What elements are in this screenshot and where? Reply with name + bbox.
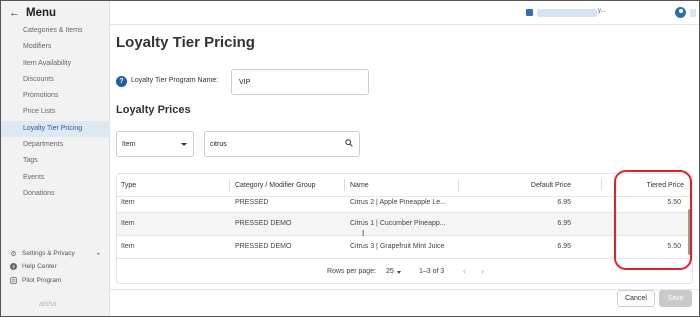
table-row[interactable]: Item PRESSED DEMO Citrus 1 | Cucumber Pi… bbox=[117, 213, 692, 236]
pagination-range: 1–3 of 3 bbox=[419, 268, 445, 275]
rows-per-page-label: Rows per page: bbox=[327, 268, 377, 275]
sidebar-item-item-availability[interactable]: Item Availability bbox=[1, 56, 110, 72]
store-icon[interactable] bbox=[526, 9, 533, 16]
table-row[interactable]: Item PRESSED DEMO Citrus 3 | Grapefruit … bbox=[117, 236, 692, 259]
pagination: Rows per page: 25 1–3 of 3 ‹ › bbox=[117, 262, 692, 282]
type-select[interactable]: Item bbox=[116, 131, 194, 157]
loyalty-prices-table: Type Category / Modifier Group Name Defa… bbox=[116, 173, 693, 284]
sidebar-item-price-lists[interactable]: Price Lists bbox=[1, 104, 110, 120]
sidebar-item-modifiers[interactable]: Modifiers bbox=[1, 39, 110, 55]
top-bar: y... bbox=[110, 1, 699, 25]
search-icon[interactable] bbox=[345, 139, 353, 147]
sidebar-item-categories-items[interactable]: Categories & Items bbox=[1, 23, 110, 39]
cell-type: Item bbox=[121, 199, 135, 206]
cell-category: PRESSED DEMO bbox=[235, 220, 292, 227]
list-icon bbox=[10, 277, 17, 284]
menu-title: Menu bbox=[26, 7, 57, 19]
settings-privacy-item[interactable]: ⚙ Settings & Privacy ▸ bbox=[1, 247, 110, 260]
help-icon: ? bbox=[10, 263, 17, 271]
sidebar-item-tags[interactable]: Tags bbox=[1, 153, 110, 169]
user-name-redacted[interactable] bbox=[690, 9, 696, 17]
chevron-left-icon[interactable]: ‹ bbox=[463, 266, 466, 276]
search-input[interactable] bbox=[204, 131, 360, 157]
pilot-program-label: Pilot Program bbox=[22, 276, 62, 284]
cell-name: Citrus 3 | Grapefruit Mint Juice bbox=[350, 243, 445, 250]
header-type[interactable]: Type bbox=[121, 182, 136, 189]
sidebar-item-loyalty-tier-pricing[interactable]: Loyalty Tier Pricing bbox=[1, 120, 110, 138]
column-divider[interactable] bbox=[344, 179, 345, 191]
cell-default-price: 6.95 bbox=[557, 220, 571, 227]
header-name[interactable]: Name bbox=[350, 182, 369, 189]
header-default-price[interactable]: Default Price bbox=[519, 182, 571, 189]
cell-category: PRESSED bbox=[235, 199, 269, 206]
footer-divider bbox=[110, 289, 699, 290]
column-divider[interactable] bbox=[458, 179, 459, 191]
sidebar-item-events[interactable]: Events bbox=[1, 170, 110, 186]
pilot-program-item[interactable]: Pilot Program bbox=[1, 274, 110, 287]
chevron-right-icon[interactable]: › bbox=[481, 266, 484, 276]
type-select-value: Item bbox=[122, 140, 136, 148]
location-suffix: y... bbox=[598, 8, 606, 14]
table-row[interactable]: Item PRESSED Citrus 2 | Apple Pineapple … bbox=[117, 197, 692, 213]
rows-per-page-select[interactable]: 25 bbox=[386, 268, 394, 275]
caret-right-icon: ▸ bbox=[97, 250, 100, 257]
location-selector[interactable] bbox=[537, 9, 597, 17]
sidebar-item-donations[interactable]: Donations bbox=[1, 186, 110, 202]
table-header: Type Category / Modifier Group Name Defa… bbox=[117, 174, 692, 197]
chevron-down-icon[interactable] bbox=[397, 271, 401, 274]
sidebar-item-departments[interactable]: Departments bbox=[1, 137, 110, 153]
column-divider[interactable] bbox=[229, 179, 230, 191]
cell-category: PRESSED DEMO bbox=[235, 243, 292, 250]
cell-default-price: 6.95 bbox=[557, 199, 571, 206]
cell-type: Item bbox=[121, 243, 135, 250]
cell-default-price: 6.95 bbox=[557, 243, 571, 250]
menu-header: ← Menu bbox=[9, 7, 56, 19]
tiered-price-highlight bbox=[614, 170, 692, 270]
sidebar: ← Menu Categories & Items Modifiers Item… bbox=[1, 1, 110, 316]
header-category[interactable]: Category / Modifier Group bbox=[235, 182, 316, 189]
help-center-label: Help Center bbox=[22, 263, 57, 271]
cancel-button[interactable]: Cancel bbox=[617, 290, 655, 307]
column-divider[interactable] bbox=[601, 179, 602, 191]
help-center-item[interactable]: ? Help Center bbox=[1, 260, 110, 273]
aloha-logo: aloha bbox=[39, 301, 57, 308]
sidebar-item-promotions[interactable]: Promotions bbox=[1, 88, 110, 104]
sidebar-item-discounts[interactable]: Discounts bbox=[1, 72, 110, 88]
page-title: Loyalty Tier Pricing bbox=[116, 34, 255, 51]
back-arrow-icon[interactable]: ← bbox=[9, 7, 20, 19]
gear-icon: ⚙ bbox=[10, 250, 17, 258]
cell-type: Item bbox=[121, 220, 135, 227]
chevron-down-icon bbox=[181, 143, 187, 146]
program-name-input[interactable] bbox=[231, 69, 369, 95]
settings-privacy-label: Settings & Privacy bbox=[22, 250, 75, 258]
text-cursor-icon: I bbox=[362, 229, 365, 238]
user-avatar-icon[interactable] bbox=[675, 7, 686, 18]
cell-name: Citrus 1 | Cucumber Pineapp... bbox=[350, 220, 446, 227]
help-icon[interactable]: ? bbox=[116, 76, 127, 87]
sidebar-bottom: ⚙ Settings & Privacy ▸ ? Help Center Pil… bbox=[1, 247, 110, 287]
save-button[interactable]: Save bbox=[659, 290, 692, 307]
program-name-label: Loyalty Tier Program Name: bbox=[131, 77, 219, 84]
cell-name: Citrus 2 | Apple Pineapple Le... bbox=[350, 199, 446, 206]
section-title: Loyalty Prices bbox=[116, 104, 191, 116]
svg-text:?: ? bbox=[12, 265, 15, 270]
sidebar-nav: Categories & Items Modifiers Item Availa… bbox=[1, 23, 110, 202]
